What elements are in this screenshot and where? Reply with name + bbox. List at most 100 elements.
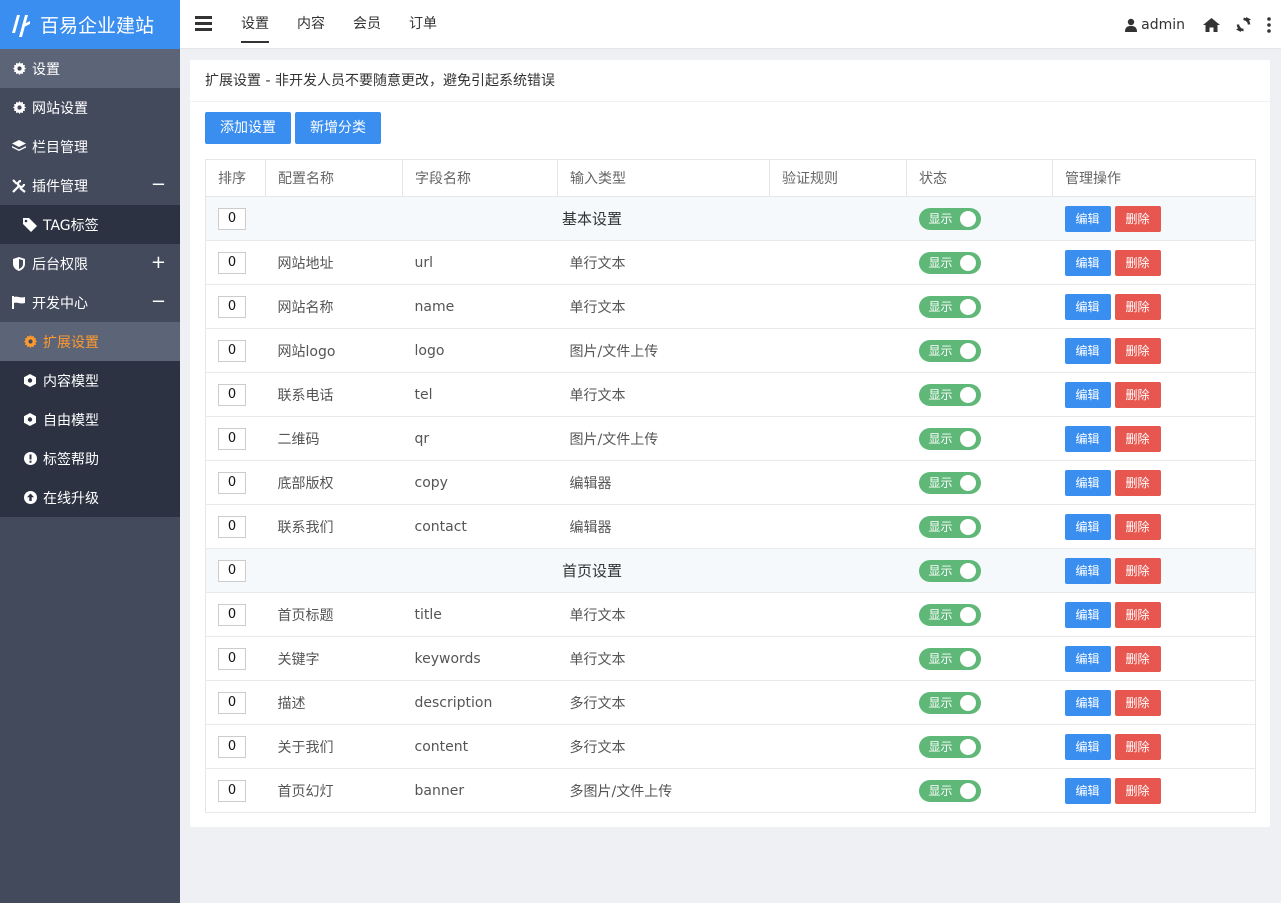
edit-button[interactable]: 编辑 [1064, 777, 1111, 804]
edit-button[interactable]: 编辑 [1064, 293, 1111, 320]
sort-cell: 0 [205, 592, 266, 637]
sidebar-item-10[interactable]: 标签帮助 [0, 439, 180, 478]
edit-button[interactable]: 编辑 [1064, 733, 1111, 760]
status-toggle[interactable]: 显示 [918, 471, 981, 494]
sort-input[interactable]: 0 [218, 691, 246, 714]
sort-input[interactable]: 0 [218, 647, 246, 670]
edit-button[interactable]: 编辑 [1064, 469, 1111, 496]
status-toggle[interactable]: 显示 [918, 339, 981, 362]
sidebar-item-6[interactable]: 开发中心 − [0, 283, 180, 322]
sort-input[interactable]: 0 [218, 471, 246, 494]
toggle-knob [959, 342, 976, 359]
column-header: 验证规则 [769, 159, 907, 197]
toggle-knob [959, 518, 976, 535]
sidebar-item-5[interactable]: 后台权限 + [0, 244, 180, 283]
delete-button[interactable]: 删除 [1114, 337, 1161, 364]
status-toggle[interactable]: 显示 [918, 735, 981, 758]
delete-button[interactable]: 删除 [1114, 205, 1161, 232]
sort-cell: 0 [205, 416, 266, 461]
status-label: 显示 [928, 343, 953, 358]
status-toggle[interactable]: 显示 [918, 207, 981, 230]
field-name: description [402, 680, 558, 725]
delete-button[interactable]: 删除 [1114, 777, 1161, 804]
delete-button[interactable]: 删除 [1114, 513, 1161, 540]
table-row: 0 联系电话 tel 单行文本 显示 编辑 删除 [205, 372, 1256, 417]
status-toggle[interactable]: 显示 [918, 251, 981, 274]
status-toggle[interactable]: 显示 [918, 515, 981, 538]
brand-logo[interactable]: 百易企业建站 [0, 0, 180, 49]
delete-button[interactable]: 删除 [1114, 293, 1161, 320]
edit-button[interactable]: 编辑 [1064, 557, 1111, 584]
more-button[interactable] [1267, 16, 1271, 33]
collapse-icon[interactable]: − [151, 176, 166, 194]
edit-button[interactable]: 编辑 [1064, 381, 1111, 408]
sort-cell: 0 [205, 196, 266, 241]
top-tab-1[interactable]: 内容 [283, 0, 339, 49]
sidebar-item-7[interactable]: 扩展设置 [0, 322, 180, 361]
edit-button[interactable]: 编辑 [1064, 249, 1111, 276]
sort-input[interactable]: 0 [218, 779, 246, 802]
sort-input[interactable]: 0 [218, 383, 246, 406]
status-toggle[interactable]: 显示 [918, 559, 981, 582]
sidebar-item-3[interactable]: 插件管理 − [0, 166, 180, 205]
home-icon [1203, 17, 1220, 32]
delete-button[interactable]: 删除 [1114, 425, 1161, 452]
sort-input[interactable]: 0 [218, 735, 246, 758]
delete-button[interactable]: 删除 [1114, 469, 1161, 496]
delete-button[interactable]: 删除 [1114, 689, 1161, 716]
status-toggle[interactable]: 显示 [918, 383, 981, 406]
tag-icon [23, 217, 37, 232]
sort-input[interactable]: 0 [218, 339, 246, 362]
delete-button[interactable]: 删除 [1114, 645, 1161, 672]
sidebar-item-8[interactable]: 内容模型 [0, 361, 180, 400]
table-body: 0 基本设置 显示 编辑 删除 0 网站地址 url 单行文本 显示 编辑 删除 0 网站名称 name 单行… [205, 196, 1256, 813]
sidebar-item-4[interactable]: TAG标签 [0, 205, 180, 244]
sidebar-item-2[interactable]: 栏目管理 [0, 127, 180, 166]
table-row: 0 联系我们 contact 编辑器 显示 编辑 删除 [205, 504, 1256, 549]
sidebar-item-label: 内容模型 [43, 373, 99, 390]
top-tab-3[interactable]: 订单 [395, 0, 451, 49]
sort-input[interactable]: 0 [218, 207, 246, 230]
add-setting-button[interactable]: 添加设置 [205, 112, 291, 144]
edit-button[interactable]: 编辑 [1064, 513, 1111, 540]
delete-button[interactable]: 删除 [1114, 601, 1161, 628]
sort-input[interactable]: 0 [218, 251, 246, 274]
status-cell: 显示 [906, 504, 1053, 549]
status-toggle[interactable]: 显示 [918, 603, 981, 626]
collapse-icon[interactable]: − [151, 293, 166, 311]
sidebar-item-11[interactable]: 在线升级 [0, 478, 180, 517]
sort-input[interactable]: 0 [218, 559, 246, 582]
toggle-knob [959, 254, 976, 271]
status-toggle[interactable]: 显示 [918, 647, 981, 670]
add-category-button[interactable]: 新增分类 [295, 112, 381, 144]
edit-button[interactable]: 编辑 [1064, 645, 1111, 672]
delete-button[interactable]: 删除 [1114, 381, 1161, 408]
sort-input[interactable]: 0 [218, 515, 246, 538]
sidebar-item-9[interactable]: 自由模型 [0, 400, 180, 439]
sidebar-item-0[interactable]: 设置 [0, 49, 180, 88]
top-tab-0[interactable]: 设置 [227, 0, 283, 49]
refresh-button[interactable] [1236, 17, 1251, 32]
sidebar-item-1[interactable]: 网站设置 [0, 88, 180, 127]
home-button[interactable] [1203, 17, 1220, 32]
sort-input[interactable]: 0 [218, 427, 246, 450]
edit-button[interactable]: 编辑 [1064, 689, 1111, 716]
edit-button[interactable]: 编辑 [1064, 425, 1111, 452]
table-row: 0 二维码 qr 图片/文件上传 显示 编辑 删除 [205, 416, 1256, 461]
edit-button[interactable]: 编辑 [1064, 337, 1111, 364]
status-toggle[interactable]: 显示 [918, 427, 981, 450]
sort-input[interactable]: 0 [218, 603, 246, 626]
menu-toggle-icon[interactable] [195, 16, 212, 31]
sort-input[interactable]: 0 [218, 295, 246, 318]
delete-button[interactable]: 删除 [1114, 557, 1161, 584]
status-toggle[interactable]: 显示 [918, 779, 981, 802]
delete-button[interactable]: 删除 [1114, 249, 1161, 276]
delete-button[interactable]: 删除 [1114, 733, 1161, 760]
status-toggle[interactable]: 显示 [918, 691, 981, 714]
expand-icon[interactable]: + [151, 254, 166, 272]
edit-button[interactable]: 编辑 [1064, 601, 1111, 628]
edit-button[interactable]: 编辑 [1064, 205, 1111, 232]
status-toggle[interactable]: 显示 [918, 295, 981, 318]
top-tab-2[interactable]: 会员 [339, 0, 395, 49]
user-menu[interactable]: admin [1125, 17, 1185, 33]
